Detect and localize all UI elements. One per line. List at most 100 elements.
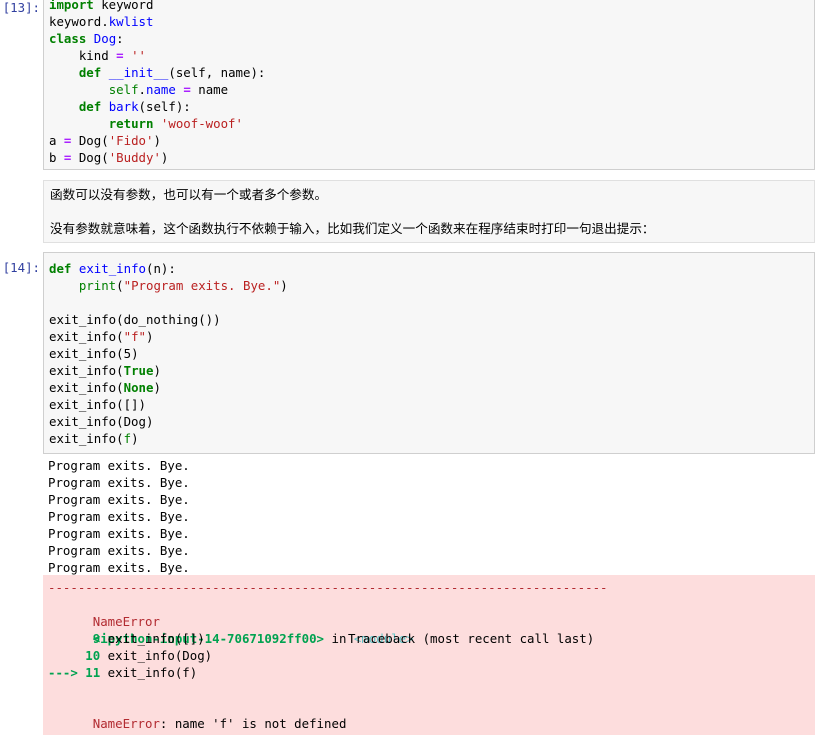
- code-token: bark: [108, 99, 139, 114]
- cell-output-stdout: Program exits. Bye. Program exits. Bye. Pr…: [43, 457, 815, 576]
- code-token: a: [49, 133, 64, 148]
- code-token: exit_info(: [49, 363, 124, 378]
- final-error-message: : name 'f' is not defined: [159, 716, 347, 731]
- code-line: exit_info(True): [49, 362, 814, 379]
- code-editor[interactable]: def exit_info(n): print("Program exits. …: [43, 252, 815, 454]
- code-token: keyword: [93, 0, 154, 12]
- code-token: .: [138, 82, 146, 97]
- code-line: exit_info(5): [49, 345, 814, 362]
- code-token: name: [190, 82, 229, 97]
- code-token: import: [49, 0, 94, 12]
- code-token: exit_info(Dog): [49, 414, 154, 429]
- code-token: (self, name):: [168, 65, 266, 80]
- input-prompt: [14]:: [2, 260, 40, 275]
- context-code: exit_info([]): [100, 631, 205, 646]
- stdout-line: Program exits. Bye.: [48, 509, 190, 524]
- code-line: self.name = name: [49, 81, 814, 98]
- traceback-dashes: ----------------------------------------…: [48, 580, 608, 595]
- code-line: exit_info(f): [49, 430, 814, 447]
- code-token: self: [108, 82, 139, 97]
- stdout-line: Program exits. Bye.: [48, 475, 190, 490]
- code-line: import keyword: [49, 0, 814, 13]
- code-token: True: [123, 363, 154, 378]
- code-token: class: [49, 31, 87, 46]
- code-line: exit_info("f"): [49, 328, 814, 345]
- code-token: ): [153, 363, 161, 378]
- code-token: ): [153, 133, 161, 148]
- code-line: def exit_info(n):: [49, 260, 814, 277]
- code-token: ): [280, 278, 288, 293]
- code-token: f: [123, 431, 132, 446]
- code-line: class Dog:: [49, 30, 814, 47]
- code-token: 'Fido': [108, 133, 154, 148]
- code-token: print: [78, 278, 117, 293]
- code-editor[interactable]: import keyword keyword.kwlist class Dog: k…: [43, 0, 815, 170]
- code-token: ): [153, 380, 161, 395]
- line-marker: ---> 11: [48, 665, 101, 680]
- code-token: 'woof-woof': [160, 116, 243, 131]
- code-token: (self):: [138, 99, 191, 114]
- code-line: exit_info(Dog): [49, 413, 814, 430]
- code-token: (: [116, 278, 124, 293]
- cell-output-error: ----------------------------------------…: [43, 575, 815, 735]
- markdown-cell[interactable]: 函数可以没有参数，也可以有一个或者多个参数。 没有参数就意味着，这个函数执行不依…: [0, 180, 831, 243]
- code-token: ): [131, 346, 139, 361]
- input-prompt: [13]:: [2, 0, 40, 15]
- code-token: return: [108, 116, 154, 131]
- traceback-location: <ipython-input-14-70671092ff00> in <modu…: [48, 613, 815, 646]
- code-token: exit_info(: [49, 431, 124, 446]
- code-token: exit_info(: [49, 329, 124, 344]
- code-token: kwlist: [108, 14, 154, 29]
- code-line: exit_info(do_nothing()): [49, 311, 814, 328]
- code-token: "f": [123, 329, 146, 344]
- final-error-name: NameError: [92, 716, 160, 731]
- traceback-final: NameError: name 'f' is not defined: [48, 698, 815, 731]
- code-line: kind = '': [49, 47, 814, 64]
- code-token: '': [131, 48, 146, 63]
- code-token: 5: [123, 346, 132, 361]
- code-token: ): [160, 150, 169, 165]
- code-line: return 'woof-woof': [49, 115, 814, 132]
- code-token: keyword.: [49, 14, 109, 29]
- code-text: def exit_info(n): print("Program exits. …: [49, 260, 814, 447]
- code-token: =: [183, 82, 191, 97]
- code-token: :: [116, 31, 124, 46]
- code-token: name: [146, 82, 176, 97]
- code-line: def __init__(self, name):: [49, 64, 814, 81]
- code-token: Dog(: [71, 150, 109, 165]
- code-line: def bark(self):: [49, 98, 814, 115]
- code-text: import keyword keyword.kwlist class Dog: k…: [49, 0, 814, 166]
- error-name: NameError: [92, 614, 160, 629]
- code-token: Dog(: [71, 133, 109, 148]
- code-token: ): [146, 329, 154, 344]
- code-token: exit_info: [78, 261, 146, 276]
- code-line: b = Dog('Buddy'): [49, 149, 814, 166]
- code-token: def: [49, 261, 72, 276]
- code-cell-13[interactable]: [13]: import keyword keyword.kwlist class …: [0, 0, 831, 170]
- code-token: Dog: [93, 31, 117, 46]
- stdout-line: Program exits. Bye.: [48, 526, 190, 541]
- traceback-header: NameError Traceback (most recent call la…: [48, 596, 815, 646]
- code-line: keyword.kwlist: [49, 13, 814, 30]
- code-token: None: [123, 380, 154, 395]
- code-token: def: [78, 99, 102, 114]
- code-line: print("Program exits. Bye."): [49, 277, 814, 294]
- code-cell-14[interactable]: [14]: def exit_info(n): print("Program e…: [0, 252, 831, 735]
- code-token: exit_info(: [49, 380, 124, 395]
- markdown-rendered: 函数可以没有参数，也可以有一个或者多个参数。 没有参数就意味着，这个函数执行不依…: [43, 180, 815, 243]
- code-token: =: [116, 48, 124, 63]
- traceback-context-line: 10 exit_info(Dog): [48, 647, 815, 664]
- code-token: def: [78, 65, 102, 80]
